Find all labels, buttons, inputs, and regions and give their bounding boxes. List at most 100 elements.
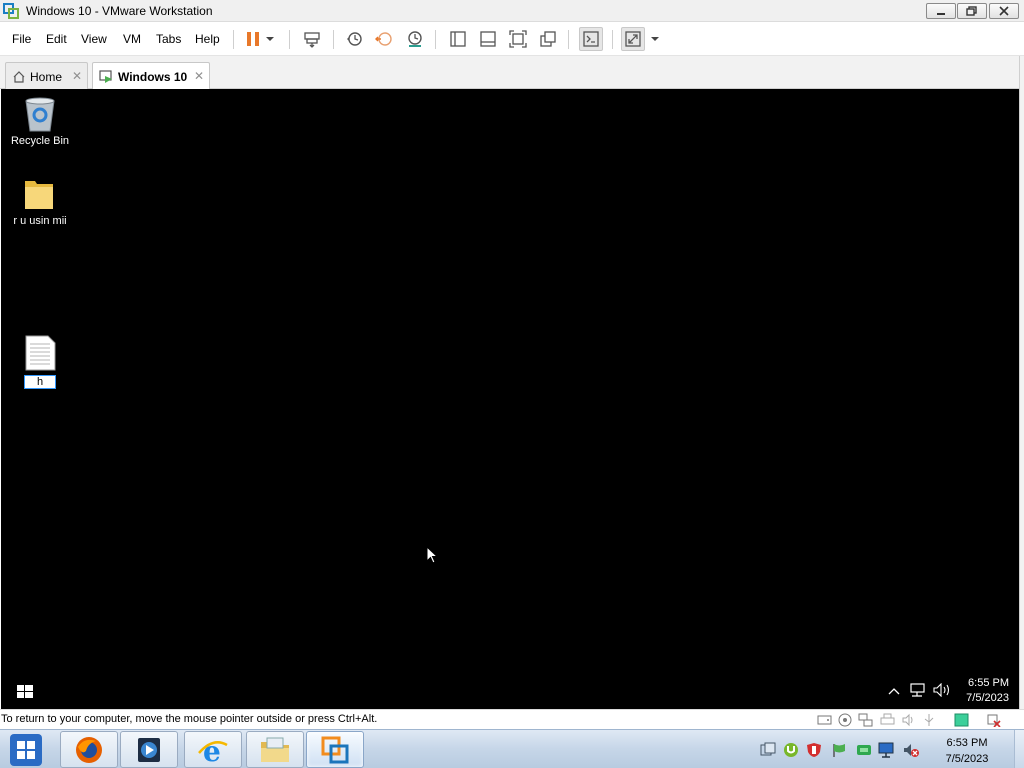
volume-icon[interactable] (932, 683, 952, 697)
stretch-guest-button[interactable] (621, 27, 645, 51)
guest-date: 7/5/2023 (966, 692, 1009, 704)
console-view-button[interactable] (579, 27, 603, 51)
unity-button[interactable] (537, 28, 559, 50)
view-dropdown-button[interactable] (648, 28, 662, 50)
windows-start-icon (10, 734, 42, 766)
home-icon (13, 71, 25, 83)
internet-explorer-icon: e (198, 735, 228, 765)
chevron-up-icon[interactable] (888, 686, 900, 696)
toolbar-separator (333, 30, 334, 49)
menu-toolbar: File Edit View VM Tabs Help (0, 22, 1024, 56)
vmware-window: Windows 10 - VMware Workstation File Edi… (0, 0, 1024, 768)
tab-home[interactable]: Home ✕ (5, 62, 88, 89)
dropdown-arrow-icon (266, 37, 274, 41)
snapshot-manager-icon (408, 31, 422, 47)
full-screen-button[interactable] (507, 28, 529, 50)
desktop-icon-text-file[interactable]: h (2, 335, 78, 391)
svg-text:e: e (203, 735, 221, 765)
library-view-button[interactable] (447, 28, 469, 50)
revert-snapshot-icon (375, 32, 392, 46)
antivirus-icon[interactable] (806, 742, 822, 758)
host-taskbar: e 6:53 PM 7/5/2023 (0, 729, 1024, 768)
guest-clock[interactable]: 6:55 PM 7/5/2023 (966, 676, 1009, 706)
snapshot-icon (347, 32, 362, 46)
vmware-icon (3, 3, 19, 19)
toolbar-separator (233, 30, 234, 49)
console-view-icon (583, 31, 599, 47)
menu-view[interactable]: View (81, 32, 107, 46)
power-dropdown-button[interactable] (263, 28, 277, 50)
green-app-icon[interactable] (856, 742, 872, 758)
menu-file[interactable]: File (12, 32, 31, 46)
close-button[interactable] (989, 3, 1019, 19)
menu-vm[interactable]: VM (123, 32, 141, 46)
firefox-icon (76, 736, 102, 763)
volume-muted-icon[interactable] (903, 742, 919, 758)
file-explorer-icon (261, 737, 289, 762)
printer-icon[interactable] (880, 713, 895, 727)
windows-start-icon[interactable] (17, 685, 33, 699)
status-message: To return to your computer, move the mou… (1, 713, 378, 725)
network-icon[interactable] (878, 742, 894, 758)
desktop-icon-folder[interactable]: r u usin mii (2, 177, 78, 241)
menu-help[interactable]: Help (195, 32, 220, 46)
flag-icon[interactable] (831, 742, 847, 758)
menu-tabs[interactable]: Tabs (156, 32, 181, 46)
vm-running-icon (99, 70, 112, 83)
recycle-bin-icon (25, 97, 55, 132)
thumbnail-bar-button[interactable] (477, 28, 499, 50)
full-screen-icon (509, 30, 527, 48)
hard-disk-icon[interactable] (817, 713, 832, 727)
taskbar-file-explorer[interactable] (246, 731, 304, 768)
tab-close-icon[interactable]: ✕ (194, 69, 204, 83)
disconnect-icon[interactable] (986, 713, 1001, 727)
tab-windows-10[interactable]: Windows 10 ✕ (92, 62, 210, 89)
tab-bar: Home ✕ Windows 10 ✕ (0, 56, 1024, 89)
send-ctrl-alt-del-button[interactable] (301, 28, 323, 50)
library-view-icon (450, 31, 466, 47)
taskbar-firefox[interactable] (60, 731, 118, 768)
desktop-icon-recycle-bin[interactable]: Recycle Bin (2, 95, 78, 159)
taskbar-vmware[interactable] (306, 731, 364, 768)
take-snapshot-button[interactable] (343, 28, 365, 50)
host-date: 7/5/2023 (945, 753, 989, 765)
notes-icon[interactable] (954, 713, 969, 727)
desktop-icon-label: h (24, 375, 56, 389)
toolbar-separator (568, 30, 569, 49)
utorrent-icon[interactable] (783, 742, 799, 758)
taskbar-internet-explorer[interactable]: e (184, 731, 242, 768)
restore-icon (966, 6, 977, 16)
guest-time: 6:55 PM (968, 677, 1009, 689)
folder-icon (25, 181, 53, 209)
sound-card-icon[interactable] (901, 713, 916, 727)
network-icon[interactable] (909, 683, 927, 697)
toolbar-separator (289, 30, 290, 49)
restore-button[interactable] (957, 3, 987, 19)
window-title: Windows 10 - VMware Workstation (26, 4, 213, 18)
host-clock[interactable]: 6:53 PM 7/5/2023 (930, 735, 1004, 767)
network-adapter-icon[interactable] (858, 713, 873, 727)
title-bar: Windows 10 - VMware Workstation (0, 0, 1024, 22)
usb-icon[interactable] (922, 713, 937, 727)
revert-snapshot-button[interactable] (373, 28, 395, 50)
menu-edit[interactable]: Edit (46, 32, 67, 46)
start-button[interactable] (10, 734, 42, 766)
send-ctrl-alt-del-icon (304, 32, 320, 48)
minimize-button[interactable] (926, 3, 956, 19)
tab-close-icon[interactable]: ✕ (72, 69, 82, 83)
show-desktop-button[interactable] (1014, 730, 1024, 768)
unity-icon (540, 31, 556, 47)
desktop-icon-label: Recycle Bin (10, 135, 70, 147)
tab-label: Windows 10 (118, 70, 188, 84)
toolbar-separator (612, 30, 613, 49)
taskbar-media-player[interactable] (120, 731, 178, 768)
cd-dvd-icon[interactable] (838, 713, 853, 727)
snapshot-manager-button[interactable] (404, 28, 426, 50)
thumbnail-bar-icon (480, 31, 496, 47)
action-center-icon[interactable] (760, 742, 776, 758)
guest-screen[interactable]: Recycle Bin r u usin mii h 6:55 PM 7/5/2… (1, 89, 1019, 709)
minimize-icon (937, 13, 945, 15)
guest-taskbar: 6:55 PM 7/5/2023 (1, 672, 1019, 709)
pause-button[interactable] (242, 28, 264, 50)
toolbar-separator (435, 30, 436, 49)
